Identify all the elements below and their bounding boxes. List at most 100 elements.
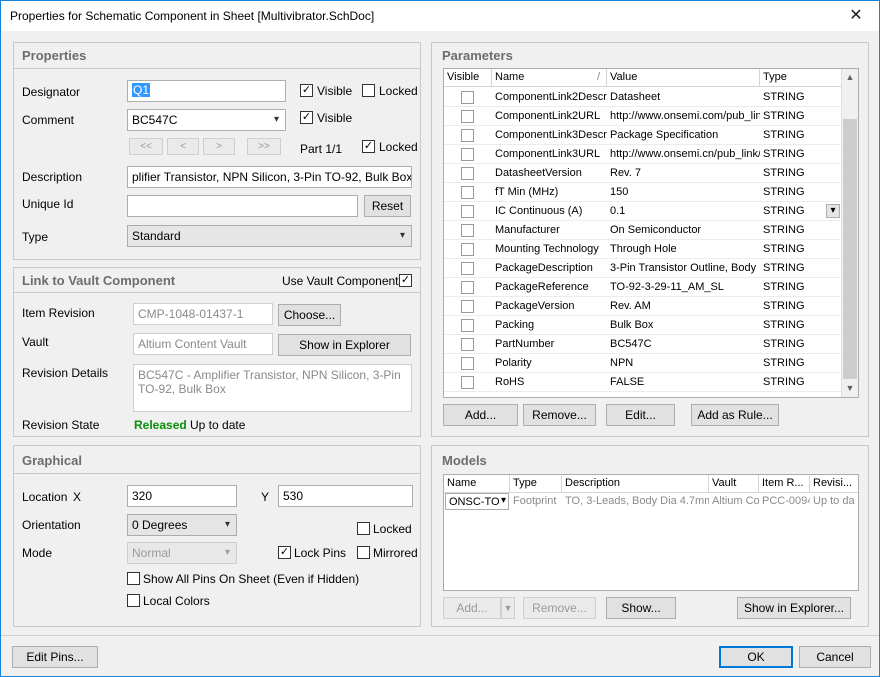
type-combo[interactable]: Standard ▾ — [127, 225, 412, 247]
location-label: Location — [22, 490, 68, 504]
location-y-input[interactable]: 530 — [278, 485, 413, 507]
parameter-visible-checkbox[interactable] — [461, 243, 474, 256]
chevron-down-icon[interactable]: ▾ — [826, 204, 840, 218]
close-icon[interactable]: ✕ — [833, 1, 879, 31]
chevron-down-icon: ▾ — [500, 495, 506, 506]
parameters-title: Parameters — [442, 48, 513, 63]
parameter-row[interactable]: ComponentLink3URL http://www.onsemi.cn/pu… — [444, 145, 842, 164]
parameter-row[interactable]: fT Min (MHz) 150 STRING — [444, 183, 842, 202]
parameter-visible-cell — [444, 373, 492, 392]
parameter-row[interactable]: PackageDescription 3-Pin Transistor Outli… — [444, 259, 842, 278]
part-locked-checkbox[interactable]: ✓ — [362, 140, 375, 153]
scroll-thumb[interactable] — [843, 119, 857, 379]
orientation-combo[interactable]: 0 Degrees ▾ — [127, 514, 237, 536]
designator-visible-checkbox[interactable]: ✓ — [300, 84, 313, 97]
chevron-down-icon[interactable]: ▼ — [501, 597, 515, 619]
location-x-input[interactable]: 320 — [127, 485, 237, 507]
param-edit-button[interactable]: Edit... — [606, 404, 675, 426]
model-show-in-explorer-button[interactable]: Show in Explorer... — [737, 597, 851, 619]
parameter-visible-checkbox[interactable] — [461, 376, 474, 389]
parameter-row[interactable]: Mounting Technology Through Hole STRING — [444, 240, 842, 259]
parameter-visible-checkbox[interactable] — [461, 338, 474, 351]
comment-combo[interactable]: BC547C ▾ — [127, 109, 286, 131]
parameter-row[interactable]: ComponentLink3DescriptionPackage Specifi… — [444, 126, 842, 145]
parameter-value: Bulk Box — [610, 319, 654, 331]
parameter-row[interactable]: PackageReference TO-92-3-29-11_AM_SL STRIN… — [444, 278, 842, 297]
models-col-name[interactable]: Name — [444, 475, 510, 493]
model-name-combo[interactable]: ONSC-TO ▾ — [445, 493, 509, 510]
cancel-button[interactable]: Cancel — [799, 646, 871, 668]
show-in-explorer-button[interactable]: Show in Explorer — [278, 334, 411, 356]
col-visible[interactable]: Visible — [444, 69, 492, 87]
ok-button[interactable]: OK — [719, 646, 793, 668]
description-input[interactable]: plifier Transistor, NPN Silicon, 3-Pin T… — [127, 166, 412, 188]
comment-visible-checkbox[interactable]: ✓ — [300, 111, 313, 124]
reset-button[interactable]: Reset — [364, 195, 411, 217]
parameter-row[interactable]: PackageVersion Rev. AM STRING — [444, 297, 842, 316]
parameter-name: PackageReference — [495, 281, 589, 293]
parameter-visible-checkbox[interactable] — [461, 300, 474, 313]
model-add-button[interactable]: Add... — [443, 597, 501, 619]
parameter-row[interactable]: PartNumber BC547C STRING — [444, 335, 842, 354]
parameter-row[interactable]: RoHS FALSE STRING — [444, 373, 842, 392]
models-col-vault[interactable]: Vault — [709, 475, 759, 493]
model-show-button[interactable]: Show... — [606, 597, 676, 619]
next-part-button[interactable]: > — [203, 138, 235, 155]
parameter-visible-checkbox[interactable] — [461, 319, 474, 332]
graphical-locked-checkbox[interactable] — [357, 522, 370, 535]
models-col-item[interactable]: Item R... — [759, 475, 810, 493]
show-all-pins-checkbox[interactable] — [127, 572, 140, 585]
parameter-visible-checkbox[interactable] — [461, 205, 474, 218]
mirrored-checkbox[interactable] — [357, 546, 370, 559]
parameter-row[interactable]: DatasheetVersion Rev. 7 STRING — [444, 164, 842, 183]
add-as-rule-button[interactable]: Add as Rule... — [691, 404, 779, 426]
parameter-row[interactable]: Packing Bulk Box STRING — [444, 316, 842, 335]
graphical-locked-label: Locked — [373, 522, 412, 536]
parameter-visible-checkbox[interactable] — [461, 148, 474, 161]
parameter-visible-cell — [444, 126, 492, 145]
models-col-description[interactable]: Description — [562, 475, 709, 493]
parameter-row[interactable]: ComponentLink2URL http://www.onsemi.com/p… — [444, 107, 842, 126]
parameter-row[interactable]: IC Continuous (A) 0.1 STRING ▾ — [444, 202, 842, 221]
local-colors-checkbox[interactable] — [127, 594, 140, 607]
parameter-row[interactable]: Manufacturer On Semiconductor STRING — [444, 221, 842, 240]
unique-id-input[interactable] — [127, 195, 358, 217]
parameter-value: NPN — [610, 357, 634, 369]
parameter-visible-checkbox[interactable] — [461, 129, 474, 142]
lock-pins-checkbox[interactable]: ✓ — [278, 546, 291, 559]
parameter-type: STRING — [760, 88, 842, 107]
col-value[interactable]: Value — [607, 69, 760, 87]
parameter-visible-checkbox[interactable] — [461, 110, 474, 123]
parameters-scrollbar[interactable]: ▲ ▼ — [841, 69, 858, 397]
models-col-revision[interactable]: Revisi... — [810, 475, 858, 493]
parameter-visible-checkbox[interactable] — [461, 91, 474, 104]
mode-combo[interactable]: Normal ▾ — [127, 542, 237, 564]
last-part-button[interactable]: >> — [247, 138, 281, 155]
col-type[interactable]: Type — [760, 69, 842, 87]
prev-part-button[interactable]: < — [167, 138, 199, 155]
choose-button[interactable]: Choose... — [278, 304, 341, 326]
parameter-visible-checkbox[interactable] — [461, 224, 474, 237]
scroll-down-icon[interactable]: ▼ — [842, 380, 858, 397]
scroll-up-icon[interactable]: ▲ — [842, 69, 858, 86]
designator-locked-checkbox[interactable] — [362, 84, 375, 97]
use-vault-checkbox[interactable]: ✓ — [399, 274, 412, 287]
param-remove-button[interactable]: Remove... — [523, 404, 596, 426]
parameter-visible-checkbox[interactable] — [461, 167, 474, 180]
model-remove-button[interactable]: Remove... — [523, 597, 596, 619]
designator-input[interactable]: Q1 — [127, 80, 286, 102]
parameter-name: fT Min (MHz) — [495, 186, 559, 198]
parameter-visible-checkbox[interactable] — [461, 357, 474, 370]
col-name[interactable]: Name / — [492, 69, 607, 87]
parameter-visible-cell — [444, 278, 492, 297]
parameter-visible-checkbox[interactable] — [461, 262, 474, 275]
models-col-type[interactable]: Type — [510, 475, 562, 493]
param-add-button[interactable]: Add... — [443, 404, 518, 426]
parameter-row[interactable]: ComponentLink2DescriptionDatasheet STRING — [444, 88, 842, 107]
parameter-row[interactable]: Polarity NPN STRING — [444, 354, 842, 373]
first-part-button[interactable]: << — [129, 138, 163, 155]
edit-pins-button[interactable]: Edit Pins... — [12, 646, 98, 668]
part-locked-label: Locked — [379, 140, 418, 154]
parameter-visible-checkbox[interactable] — [461, 281, 474, 294]
parameter-visible-checkbox[interactable] — [461, 186, 474, 199]
